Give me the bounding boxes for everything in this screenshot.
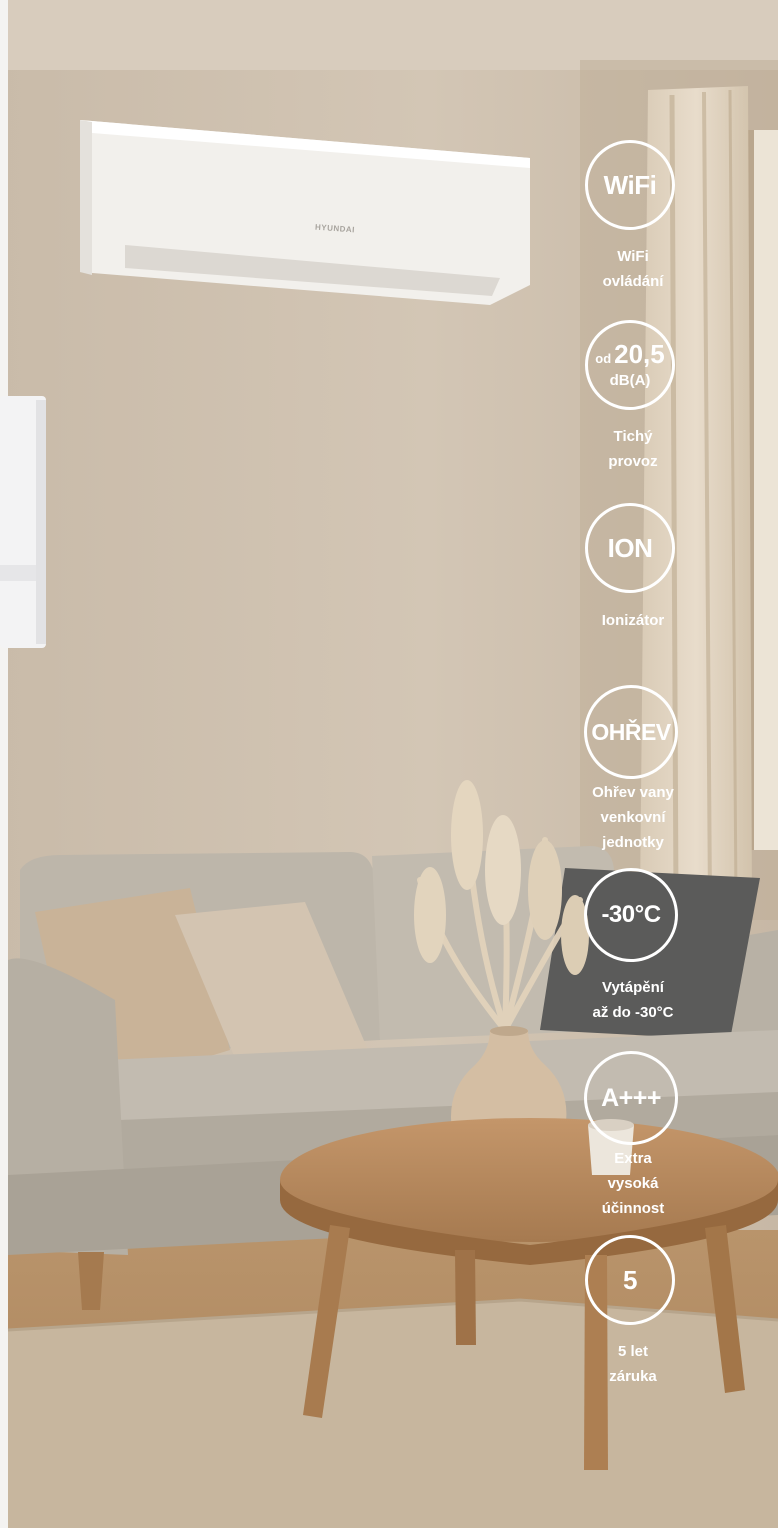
caption-line: jednotky — [602, 834, 664, 851]
caption-line: WiFi — [617, 248, 649, 265]
noise-value: 20,5 — [614, 338, 665, 369]
heating-icon: OHŘEV — [584, 685, 678, 779]
feature-caption: Extra vysoká účinnost — [560, 1146, 706, 1221]
caption-line: 5 let — [617, 1343, 648, 1360]
caption-line: Ohřev vany — [592, 784, 674, 801]
feature-symbol: A+++ — [601, 1084, 661, 1112]
feature-caption: Ohřev vany venkovní jednotky — [560, 780, 706, 855]
caption-line: vysoká — [607, 1175, 659, 1192]
feature-caption: Tichý provoz — [560, 424, 706, 474]
wifi-icon: WiFi — [585, 140, 675, 230]
energy-class-icon: A+++ — [584, 1051, 678, 1145]
warranty-icon: 5 — [585, 1235, 675, 1325]
product-photo-scene: HYUNDAI WiFi WiFi ovládání od 20,5 dB(A)… — [0, 0, 778, 1528]
feature-caption: WiFi ovládání — [560, 244, 706, 294]
noise-level-icon: od 20,5 dB(A) — [585, 320, 675, 410]
caption-line: provoz — [608, 453, 658, 470]
noise-unit: dB(A) — [609, 371, 651, 389]
feature-caption: Ionizátor — [560, 608, 706, 633]
caption-line: účinnost — [601, 1200, 665, 1217]
feature-caption: 5 let záruka — [560, 1339, 706, 1389]
temperature-icon: -30°C — [584, 868, 678, 962]
feature-symbol: OHŘEV — [591, 719, 671, 745]
caption-line: Ionizátor — [601, 612, 665, 629]
feature-caption: Vytápění až do -30°C — [560, 975, 706, 1025]
feature-symbol: ION — [607, 533, 653, 563]
feature-badges: WiFi WiFi ovládání od 20,5 dB(A) Tichý p… — [560, 0, 706, 1528]
feature-symbol: WiFi — [603, 170, 657, 200]
caption-line: Extra — [614, 1150, 652, 1167]
caption-line: Tichý — [613, 428, 653, 445]
feature-symbol: 5 — [623, 1265, 637, 1295]
caption-line: až do -30°C — [592, 1004, 674, 1021]
caption-line: Vytápění — [602, 979, 664, 996]
noise-prefix: od — [595, 350, 612, 366]
feature-symbol: -30°C — [601, 901, 661, 928]
caption-line: záruka — [609, 1368, 657, 1385]
ion-icon: ION — [585, 503, 675, 593]
caption-line: ovládání — [602, 273, 664, 290]
caption-line: venkovní — [600, 809, 666, 826]
